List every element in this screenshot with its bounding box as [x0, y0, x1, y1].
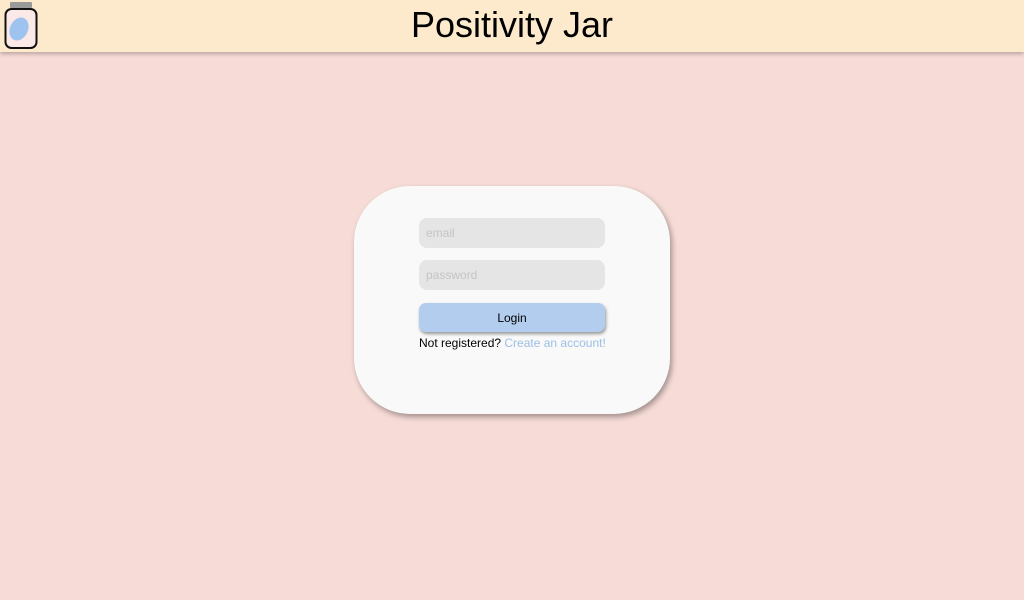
header-bar: Positivity Jar	[0, 0, 1024, 52]
login-button[interactable]: Login	[419, 303, 605, 332]
register-prompt-text: Not registered?	[419, 336, 502, 350]
create-account-link[interactable]: Create an account!	[504, 336, 605, 350]
app-title: Positivity Jar	[410, 4, 614, 45]
email-field[interactable]	[419, 218, 605, 248]
register-prompt: Not registered? Create an account!	[419, 336, 609, 350]
login-card: Login Not registered? Create an account!	[354, 186, 670, 414]
password-field[interactable]	[419, 260, 605, 290]
